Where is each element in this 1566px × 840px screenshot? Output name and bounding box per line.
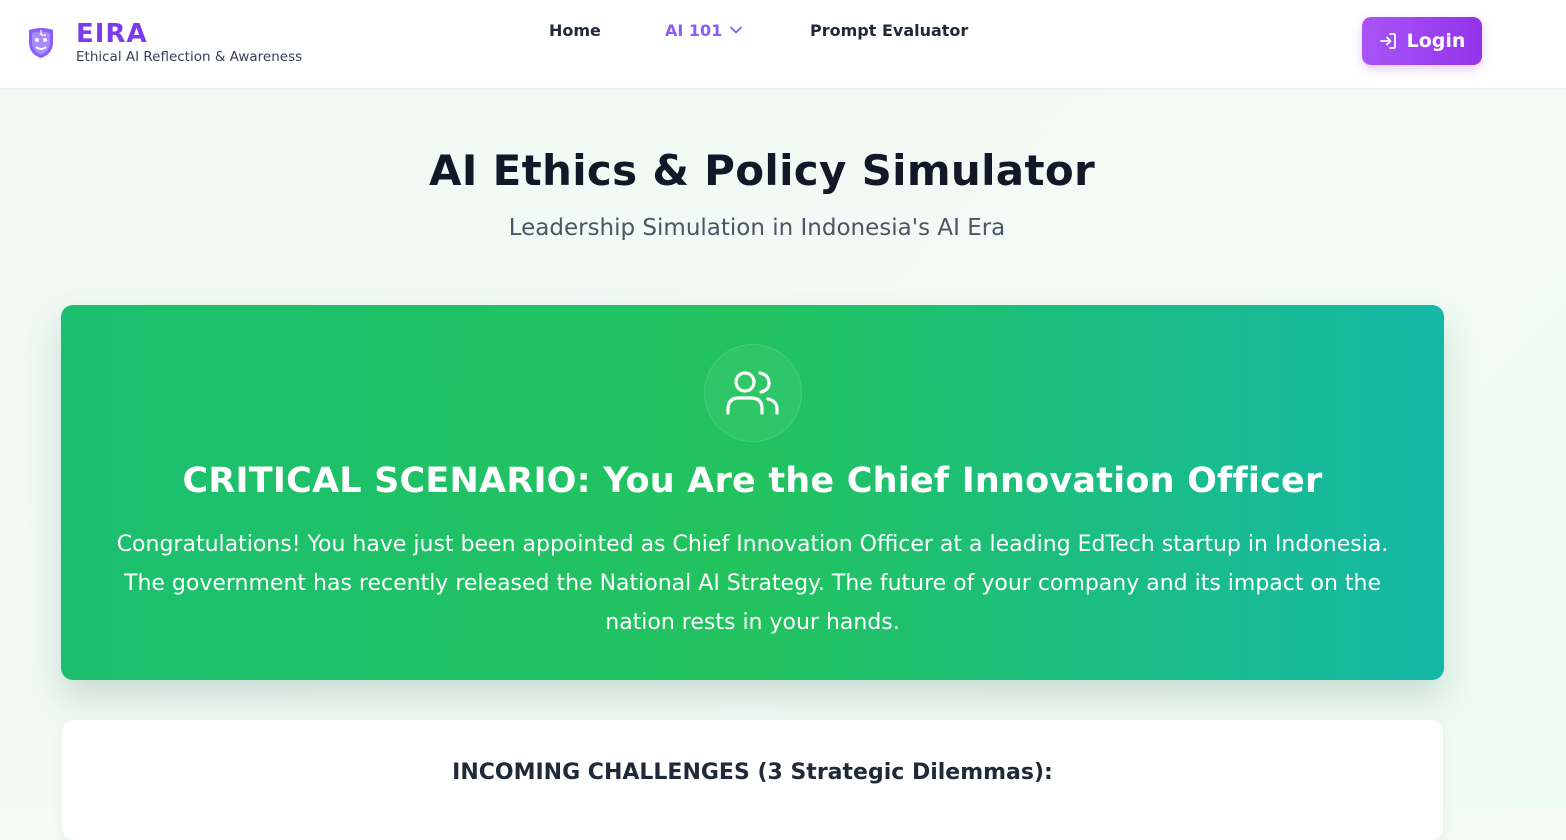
page-title: AI Ethics & Policy Simulator [428, 146, 1095, 195]
scenario-card: CRITICAL SCENARIO: You Are the Chief Inn… [61, 305, 1444, 680]
main-content: AI Ethics & Policy Simulator Leadership … [0, 90, 1566, 840]
brand-text: EIRA Ethical AI Reflection & Awareness [76, 20, 302, 65]
brand-name: EIRA [76, 19, 148, 49]
login-button[interactable]: Login [1362, 17, 1482, 65]
challenges-card: INCOMING CHALLENGES (3 Strategic Dilemma… [62, 720, 1443, 840]
brand-tagline: Ethical AI Reflection & Awareness [76, 49, 303, 65]
nav-prompt-evaluator-link[interactable]: Prompt Evaluator [810, 21, 968, 40]
nav-home-link[interactable]: Home [549, 21, 601, 40]
users-icon [704, 344, 802, 442]
nav-ai101-dropdown[interactable]: AI 101 [665, 20, 743, 40]
brand[interactable]: EIRA Ethical AI Reflection & Awareness [26, 20, 302, 65]
nav-ai101-label: AI 101 [665, 20, 723, 40]
scenario-description: Congratulations! You have just been appo… [116, 532, 1389, 635]
chevron-down-icon [730, 26, 743, 34]
theater-mask-circuit-icon [26, 23, 58, 63]
scenario-title: CRITICAL SCENARIO: You Are the Chief Inn… [182, 461, 1323, 501]
top-navbar: EIRA Ethical AI Reflection & Awareness H… [0, 0, 1566, 89]
login-label: Login [1406, 30, 1466, 52]
challenges-title: INCOMING CHALLENGES (3 Strategic Dilemma… [452, 760, 1053, 785]
login-arrow-icon [1379, 32, 1397, 50]
page-subtitle: Leadership Simulation in Indonesia's AI … [508, 215, 1006, 241]
